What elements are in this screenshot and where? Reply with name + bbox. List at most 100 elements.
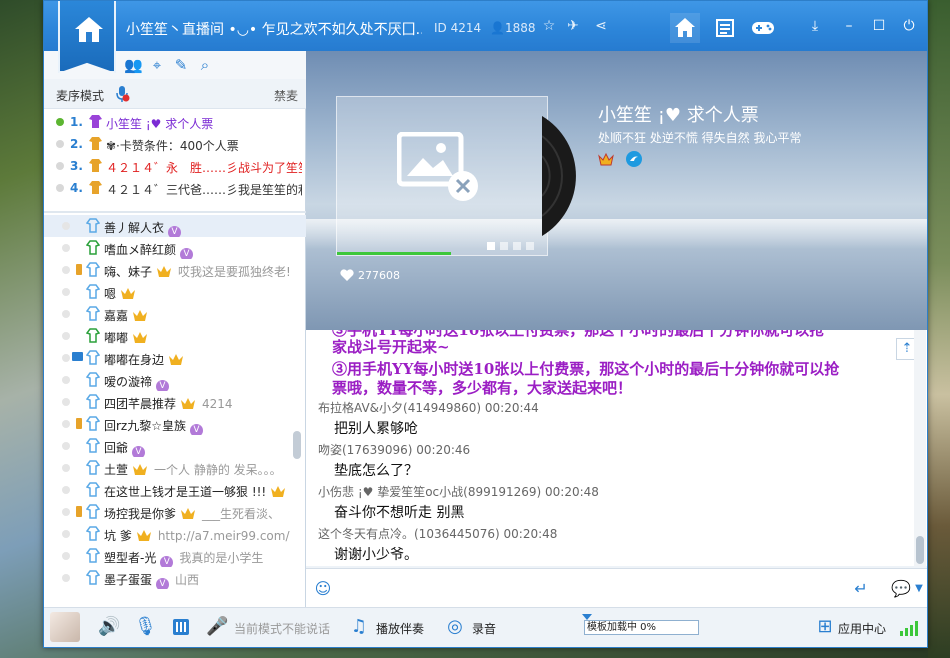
member-name: 土萱: [104, 463, 129, 477]
member-row[interactable]: 场控我是你爹 ___生死看淡、: [44, 501, 306, 523]
avatar[interactable]: [50, 612, 80, 642]
member-row[interactable]: 土萱 一个人 静静的 发呆。。。: [44, 457, 306, 479]
queue-item[interactable]: 2. ✾·卡赞条件：400个人票: [44, 133, 306, 155]
announcement-line: ③用手机YY每小时送10张以上付费票，那这个小时的最后十分钟你就可以抢 票哦，数…: [332, 360, 840, 397]
location-icon[interactable]: ⌖: [148, 56, 166, 74]
member-name: 嗯: [104, 287, 117, 301]
queue-item[interactable]: 4. ４２１４゛三代爸……彡我是笙笙的利刃: [44, 177, 306, 199]
game-nav-icon[interactable]: [748, 13, 778, 43]
yy-logo[interactable]: [58, 1, 116, 73]
crown-icon: [133, 310, 148, 321]
list-nav-icon[interactable]: [710, 13, 740, 43]
member-row[interactable]: 嗯: [44, 281, 306, 303]
member-row[interactable]: 嗨、妹子 哎我这是要孤独终老!: [44, 259, 306, 281]
emoji-icon[interactable]: ☺: [312, 578, 334, 600]
member-row[interactable]: 嘟嘟: [44, 325, 306, 347]
maximize-button[interactable]: ☐: [870, 17, 888, 35]
favorite-star-icon[interactable]: ☆: [541, 18, 557, 34]
member-name: 墨子蛋蛋: [104, 573, 153, 587]
share-icon[interactable]: ⋖: [593, 18, 609, 34]
member-row[interactable]: 嘟嘟在身边: [44, 347, 306, 369]
crown-badge-icon[interactable]: [598, 151, 614, 167]
anchor-badges: [598, 151, 650, 170]
member-status-dot: [62, 508, 70, 516]
chat-sender[interactable]: 吻姿(17639096) 00:20:46: [318, 441, 470, 458]
announcement-line: ③手机YY每小时送10张以上付费票，那这个小时的最后十分钟你就可以抢 家战斗号开…: [332, 330, 825, 356]
chat-scrollbar[interactable]: [914, 330, 926, 566]
live-stage: 277608 小笙笙 ¡♥ 求个人票 处顺不狂 处逆不慌 得失自然 我心平常: [306, 51, 927, 330]
member-signature: 一个人 静静的 发呆。。。: [154, 463, 282, 477]
notes-icon[interactable]: ✎: [172, 56, 190, 74]
member-list-scrollbar[interactable]: [293, 431, 301, 459]
queue-item[interactable]: 1. 小笙笙 ¡♥ 求个人票: [44, 111, 306, 133]
accompany-button[interactable]: 播放伴奏: [376, 620, 424, 637]
record-button[interactable]: 录音: [472, 620, 496, 637]
member-row[interactable]: 回rz九黎☆皇族 V: [44, 413, 306, 435]
member-role-icon: [86, 570, 100, 585]
vip-badge-icon: V: [132, 446, 146, 457]
app-center-button[interactable]: 应用中心: [838, 620, 886, 637]
app-center-icon[interactable]: ⊞: [814, 616, 836, 638]
ban-mic-button[interactable]: 禁麦: [274, 87, 298, 104]
member-signature: 哎我这是要孤独终老!: [178, 265, 291, 279]
search-icon[interactable]: ⌕: [196, 56, 214, 74]
desktop-background: [928, 0, 950, 658]
minimize-button[interactable]: –: [840, 17, 858, 35]
member-name: 四团芊晨推荐: [104, 397, 177, 411]
member-row[interactable]: 嗳の漩禘 V: [44, 369, 306, 391]
speaker-icon[interactable]: 🔊: [98, 616, 120, 638]
title-bar[interactable]: 小笙笙丶直播间 •◡• 乍见之欢不如久处不厌囗... ID 4214 👤1888…: [44, 1, 927, 73]
chat-log[interactable]: ③手机YY每小时送10张以上付费票，那这个小时的最后十分钟你就可以抢 家战斗号开…: [306, 330, 927, 566]
member-name: 嘉嘉: [104, 309, 129, 323]
member-row[interactable]: 四团芊晨推荐 4214: [44, 391, 306, 413]
member-status-dot: [62, 574, 70, 582]
equalizer-icon[interactable]: [170, 616, 192, 638]
member-name: 嗨、妹子: [104, 265, 153, 279]
member-role-icon: [86, 526, 100, 541]
mic-mode-bar: 麦序模式 禁麦: [44, 79, 306, 109]
member-list[interactable]: 善丿解人衣 V 嗜血メ醉红颜 V 嗨、妹子 哎我这是要孤独终老! 嗯嘉嘉嘟嘟 嘟嘟在身边 嗳の漩…: [44, 215, 306, 605]
active-dot: [56, 118, 64, 126]
chat-scroll-thumb[interactable]: [916, 536, 924, 564]
like-counter[interactable]: 277608: [340, 269, 400, 282]
music-note-icon[interactable]: ♫: [348, 616, 370, 638]
member-row[interactable]: 墨子蛋蛋 V 山西: [44, 567, 306, 589]
close-power-button[interactable]: ⏻: [900, 17, 918, 35]
member-row[interactable]: 回爺 V: [44, 435, 306, 457]
record-icon[interactable]: ◎: [444, 616, 466, 638]
member-role-icon: [86, 218, 100, 233]
member-row[interactable]: 善丿解人衣 V: [44, 215, 306, 237]
mic-mode-label[interactable]: 麦序模式: [56, 87, 104, 104]
panel-divider[interactable]: [44, 211, 306, 213]
yy-room-window: 小笙笙丶直播间 •◡• 乍见之欢不如久处不厌囗... ID 4214 👤1888…: [43, 0, 928, 648]
member-row[interactable]: 塑型者-光 V 我真的是小学生: [44, 545, 306, 567]
mobile-device-icon: [76, 264, 82, 275]
weibo-badge-icon[interactable]: [625, 151, 642, 167]
plane-icon[interactable]: ✈: [565, 18, 581, 34]
home-nav-icon[interactable]: [670, 13, 700, 43]
vip-role-icon: [89, 137, 102, 150]
chat-sender[interactable]: 布拉格AV&小夕(414949860) 00:20:44: [318, 399, 539, 416]
chat-sender[interactable]: 小伤悲 ¡♥ 挚爱笙笙oc小战(899191269) 00:20:48: [318, 483, 599, 500]
pc-device-icon: [72, 352, 83, 361]
member-row[interactable]: 嘉嘉: [44, 303, 306, 325]
user-manage-icon[interactable]: 👥: [124, 56, 143, 74]
queue-item[interactable]: 3. ４２１４゛永 胜……彡战斗为了笙笙々: [44, 155, 306, 177]
album-pager[interactable]: [487, 239, 539, 253]
chevron-down-icon[interactable]: ▼: [908, 578, 930, 600]
crown-icon: [181, 398, 196, 409]
microphone-icon[interactable]: 🎙: [134, 616, 157, 638]
member-status-dot: [62, 486, 70, 494]
member-row[interactable]: 在这世上钱才是王道一够狠 !!!: [44, 479, 306, 501]
left-panel: 👥 ⌖ ✎ ⌕ 麦序模式 禁麦 1. 小笙笙 ¡♥ 求个人票 2. ✾·卡赞条件…: [44, 51, 306, 607]
member-row[interactable]: 嗜血メ醉红颜 V: [44, 237, 306, 259]
right-panel: 277608 小笙笙 ¡♥ 求个人票 处顺不狂 处逆不慌 得失自然 我心平常 ③…: [306, 51, 927, 607]
member-row[interactable]: 坑 爹 http://a7.meir99.com/: [44, 523, 306, 545]
send-icon[interactable]: ↵: [850, 578, 872, 600]
album-cover[interactable]: [336, 96, 548, 256]
mic-mode-icon[interactable]: [114, 85, 130, 103]
member-status-dot: [62, 222, 70, 230]
chat-input-bar[interactable]: ☺ ↵ 💬 ▼: [306, 568, 927, 607]
download-icon[interactable]: ⤓: [806, 17, 824, 35]
chat-sender[interactable]: 这个冬天有点冷。(1036445076) 00:20:48: [318, 525, 557, 542]
